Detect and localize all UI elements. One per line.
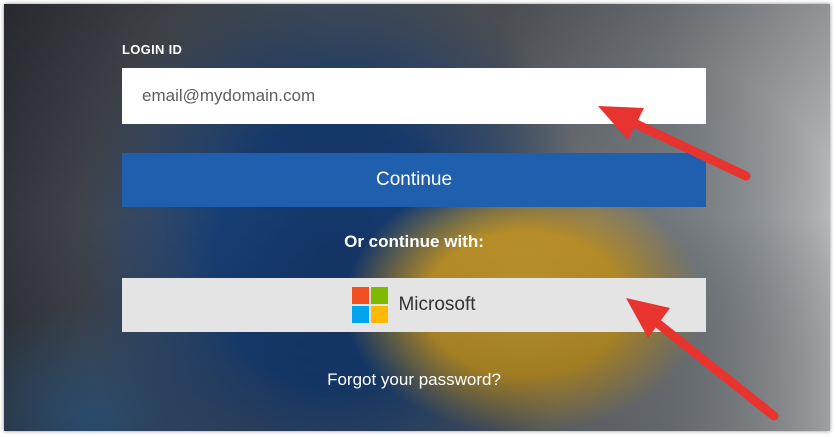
microsoft-logo-icon: [352, 287, 389, 323]
microsoft-label: Microsoft: [398, 294, 476, 315]
continue-button[interactable]: Continue: [122, 153, 706, 207]
forgot-password-link[interactable]: Forgot your password?: [122, 370, 706, 390]
microsoft-signin-button[interactable]: Microsoft: [122, 278, 706, 332]
login-id-label: LOGIN ID: [122, 42, 183, 57]
email-input[interactable]: [122, 68, 706, 124]
or-continue-with-text: Or continue with:: [344, 232, 484, 251]
login-screen: LOGIN ID Continue Or continue with: Micr…: [4, 4, 830, 431]
